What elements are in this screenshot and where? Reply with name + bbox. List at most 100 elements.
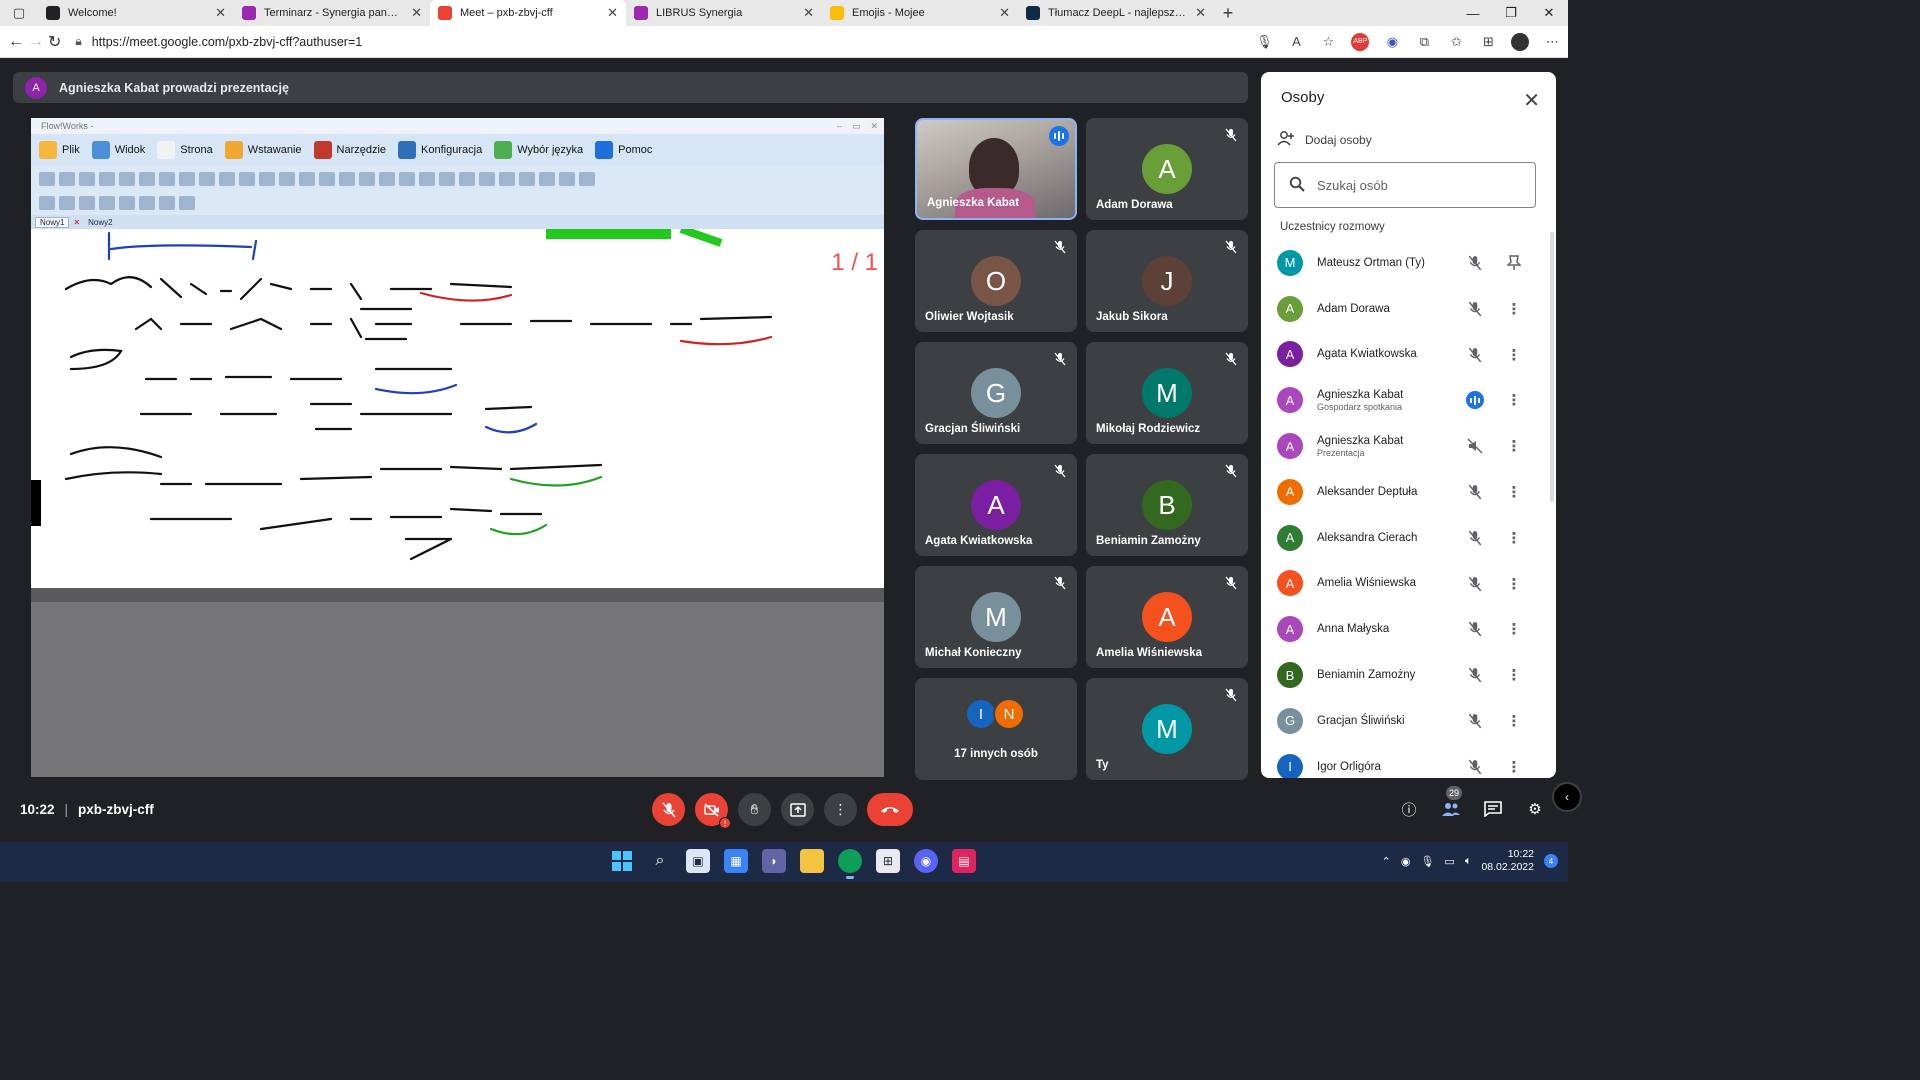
- participant-tile[interactable]: I N 17 innych osób: [915, 678, 1077, 780]
- profile-avatar[interactable]: [1511, 32, 1530, 51]
- discord-tray-icon[interactable]: ◉: [1401, 855, 1411, 868]
- chat-button[interactable]: [1482, 798, 1504, 820]
- raise-hand-button[interactable]: ✋︎: [738, 793, 771, 826]
- more-vert-icon[interactable]: ⋮: [1505, 666, 1523, 684]
- participant-row[interactable]: A Aleksander Deptuła ⋮: [1261, 469, 1556, 515]
- close-panel-icon[interactable]: ✕: [1523, 88, 1540, 113]
- more-vert-icon[interactable]: ⋮: [1505, 529, 1523, 547]
- participant-row[interactable]: A Aleksandra Cierach ⋮: [1261, 515, 1556, 561]
- more-vert-icon[interactable]: ⋮: [1505, 300, 1523, 318]
- mic-off-icon[interactable]: [1466, 254, 1484, 272]
- forward-icon[interactable]: →: [28, 28, 44, 56]
- back-icon[interactable]: ←: [8, 28, 24, 56]
- jetbrains-icon[interactable]: ▤: [952, 849, 976, 873]
- camera-toggle-button[interactable]: !: [695, 793, 731, 829]
- participant-tile[interactable]: M Mikołaj Rodziewicz: [1086, 342, 1248, 444]
- browser-tab[interactable]: Tłumacz DeepL - najlepszy translator ✕: [1018, 0, 1214, 26]
- participant-row[interactable]: B Beniamin Zamożny ⋮: [1261, 652, 1556, 698]
- tab-close-icon[interactable]: ✕: [999, 5, 1010, 21]
- adblock-icon[interactable]: ABP: [1351, 32, 1370, 51]
- mic-off-icon[interactable]: [1466, 666, 1484, 684]
- tab-close-icon[interactable]: ✕: [215, 5, 226, 21]
- people-button[interactable]: 29: [1440, 786, 1463, 820]
- participant-tile[interactable]: O Oliwier Wojtasik: [915, 230, 1077, 332]
- tab-close-icon[interactable]: ✕: [411, 5, 422, 21]
- sidebar-collapse-button[interactable]: ‹: [1552, 782, 1582, 812]
- refresh-icon[interactable]: ↻: [48, 28, 61, 56]
- discord-icon[interactable]: ◉: [914, 849, 938, 873]
- mic-off-icon[interactable]: [1466, 758, 1484, 776]
- browser-tab[interactable]: LIBRUS Synergia ✕: [626, 0, 822, 26]
- participant-tile[interactable]: G Gracjan Śliwiński: [915, 342, 1077, 444]
- extensions-puzzle-icon[interactable]: ⧉: [1415, 33, 1433, 51]
- more-vert-icon[interactable]: ⋮: [1505, 758, 1523, 776]
- windows-start-icon[interactable]: [610, 849, 634, 873]
- participant-tile[interactable]: Agnieszka Kabat: [915, 118, 1077, 220]
- participant-row[interactable]: G Gracjan Śliwiński ⋮: [1261, 698, 1556, 744]
- tab-actions-icon[interactable]: ▢: [0, 0, 38, 26]
- url-field[interactable]: 🔒︎ https://meet.google.com/pxb-zbvj-cff?…: [65, 29, 1245, 55]
- participant-tile[interactable]: A Agata Kwiatkowska: [915, 454, 1077, 556]
- browser-tab[interactable]: Terminarz - Synergia panel ucznia ✕: [234, 0, 430, 26]
- collections-icon[interactable]: ⊞: [1479, 33, 1497, 51]
- widgets-icon[interactable]: ▦: [724, 849, 748, 873]
- volume-icon[interactable]: 🔈︎: [1465, 855, 1472, 868]
- participant-tile[interactable]: A Amelia Wiśniewska: [1086, 566, 1248, 668]
- participant-tile[interactable]: M Ty: [1086, 678, 1248, 780]
- more-vert-icon[interactable]: ⋮: [1505, 620, 1523, 638]
- more-vert-icon[interactable]: ⋮: [1505, 437, 1523, 455]
- store-icon[interactable]: ⊞: [876, 849, 900, 873]
- tab-close-icon[interactable]: ✕: [607, 5, 618, 21]
- participant-row[interactable]: M Mateusz Ortman (Ty): [1261, 240, 1556, 286]
- teams-chat-icon[interactable]: ◗: [762, 849, 786, 873]
- mic-off-icon[interactable]: [1466, 483, 1484, 501]
- more-options-button[interactable]: ⋮: [824, 793, 857, 826]
- more-vert-icon[interactable]: ⋮: [1505, 483, 1523, 501]
- participant-row[interactable]: A Agata Kwiatkowska ⋮: [1261, 332, 1556, 378]
- task-view-icon[interactable]: ▣: [686, 849, 710, 873]
- browser-tab[interactable]: Meet – pxb-zbvj-cff ✕: [430, 0, 626, 26]
- participant-tile[interactable]: B Beniamin Zamożny: [1086, 454, 1248, 556]
- search-icon[interactable]: ⌕: [648, 849, 672, 873]
- participant-row[interactable]: A Adam Dorawa ⋮: [1261, 286, 1556, 332]
- more-vert-icon[interactable]: ⋮: [1505, 575, 1523, 593]
- participant-row[interactable]: I Igor Orligóra ⋮: [1261, 744, 1556, 778]
- favorites-icon[interactable]: ✩: [1447, 33, 1465, 51]
- browser-tab[interactable]: Emojis - Mojee ✕: [822, 0, 1018, 26]
- more-vert-icon[interactable]: ⋮: [1505, 346, 1523, 364]
- new-tab-button[interactable]: +: [1214, 0, 1242, 26]
- activities-button[interactable]: ⚙︎: [1524, 798, 1546, 820]
- edge-browser-icon[interactable]: [838, 849, 862, 879]
- browser-tab[interactable]: Welcome! ✕: [38, 0, 234, 26]
- add-people-button[interactable]: Dodaj osoby: [1277, 130, 1372, 149]
- mic-off-icon[interactable]: [1466, 529, 1484, 547]
- close-window-icon[interactable]: ✕: [1530, 0, 1568, 26]
- tab-close-icon[interactable]: ✕: [1195, 5, 1206, 21]
- mic-off-icon[interactable]: [1466, 575, 1484, 593]
- more-menu-icon[interactable]: ⋯: [1543, 33, 1561, 51]
- participant-tile[interactable]: A Adam Dorawa: [1086, 118, 1248, 220]
- favorite-star-icon[interactable]: ☆: [1319, 33, 1337, 51]
- chevron-up-icon[interactable]: ⌃: [1382, 855, 1391, 868]
- microphone-icon[interactable]: 🎙︎: [1255, 33, 1273, 51]
- leave-call-button[interactable]: [867, 793, 913, 826]
- extension-shield-icon[interactable]: ◉: [1383, 33, 1401, 51]
- mic-off-icon[interactable]: [1466, 620, 1484, 638]
- participant-row[interactable]: A Agnieszka Kabat Gospodarz spotkania ⋮: [1261, 377, 1556, 423]
- present-button[interactable]: [781, 793, 814, 826]
- mic-off-icon[interactable]: [1466, 300, 1484, 318]
- search-people-input[interactable]: Szukaj osób: [1274, 162, 1536, 208]
- mic-toggle-button[interactable]: [652, 793, 685, 826]
- read-aloud-icon[interactable]: A: [1287, 33, 1305, 51]
- participant-row[interactable]: A Anna Małyska ⋮: [1261, 606, 1556, 652]
- participant-row[interactable]: A Agnieszka Kabat Prezentacja ⋮: [1261, 423, 1556, 469]
- participant-tile[interactable]: J Jakub Sikora: [1086, 230, 1248, 332]
- mic-off-icon[interactable]: [1466, 712, 1484, 730]
- restore-icon[interactable]: ❐: [1492, 0, 1530, 26]
- microphone-tray-icon[interactable]: 🎙︎: [1420, 855, 1434, 868]
- tab-close-icon[interactable]: ✕: [803, 5, 814, 21]
- participant-tile[interactable]: M Michał Konieczny: [915, 566, 1077, 668]
- pin-icon[interactable]: [1505, 254, 1523, 272]
- notification-badge[interactable]: 4: [1544, 854, 1558, 868]
- taskbar-clock[interactable]: 10:22 08.02.2022: [1481, 848, 1534, 874]
